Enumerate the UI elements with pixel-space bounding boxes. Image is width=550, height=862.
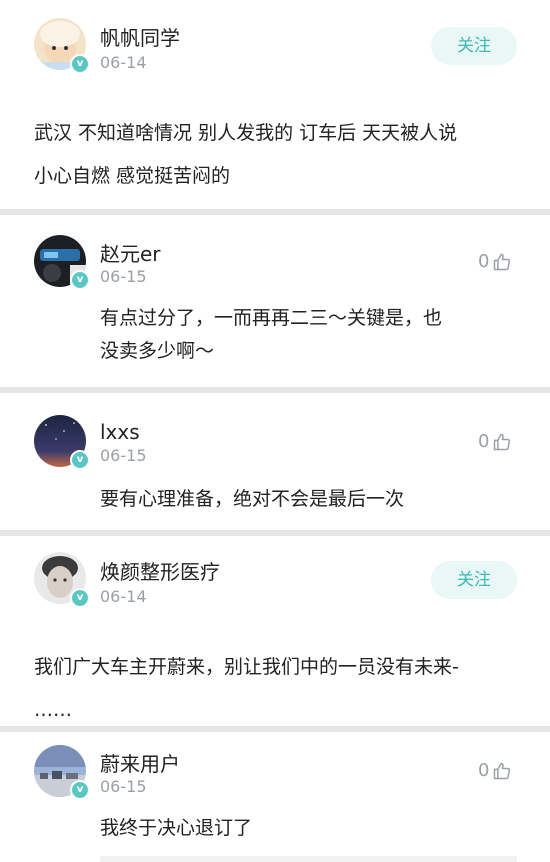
comment-text-line: 要有心理准备，绝对不会是最后一次 [100,488,405,510]
divider [0,530,550,536]
comment-text-line: 没卖多少啊～ [100,340,215,362]
post-text: 武汉 不知道啥情况 别人发我的 订车后 天天被人说 小心自燃 感觉挺苦闷的 [34,117,457,193]
comment-date: 06-15 [100,446,147,465]
reply-box [100,856,517,862]
divider [0,209,550,215]
comment-text: 有点过分了，一而再再二三～关键是，也 没卖多少啊～ [100,302,442,368]
post-date: 06-14 [100,587,147,606]
divider [0,387,550,393]
post-text-line: 武汉 不知道啥情况 别人发我的 订车后 天天被人说 [34,122,458,144]
verified-badge-icon: v [70,54,90,74]
comment-text: 要有心理准备，绝对不会是最后一次 [100,483,404,516]
follow-button[interactable]: 关注 [431,27,517,65]
like-count: 0 [478,251,490,272]
comment-text-line: 我终于决心退订了 [100,817,253,839]
comment-text: 我终于决心退订了 [100,812,252,845]
verified-badge-icon: v [70,450,90,470]
author-name[interactable]: 赵元er [100,238,161,267]
verified-badge-icon: v [70,270,90,290]
post-text-line: 小心自燃 感觉挺苦闷的 [34,165,231,187]
verified-badge-icon: v [70,588,90,608]
verified-badge-icon: v [70,780,90,800]
author-name[interactable]: lxxs [100,420,140,444]
thumbs-up-icon [494,762,511,779]
like-count: 0 [478,760,490,781]
follow-button[interactable]: 关注 [431,561,517,599]
post-text: 我们广大车主开蔚来，别让我们中的一员没有未来- …… [34,651,459,727]
post-text-line: …… [34,699,72,721]
author-name[interactable]: 帆帆同学 [100,22,180,51]
like-button[interactable]: 0 [478,431,512,452]
comment-date: 06-15 [100,777,147,796]
comment-text-line: 有点过分了，一而再再二三～关键是，也 [100,307,443,329]
divider [0,726,550,732]
comment-date: 06-15 [100,267,147,286]
author-name[interactable]: 焕颜整形医疗 [100,556,220,585]
post-text-line: 我们广大车主开蔚来，别让我们中的一员没有未来- [34,656,459,678]
like-button[interactable]: 0 [478,251,512,272]
thumbs-up-icon [494,253,511,270]
thumbs-up-icon [494,433,511,450]
post-date: 06-14 [100,53,147,72]
author-name[interactable]: 蔚来用户 [100,748,180,777]
like-button[interactable]: 0 [478,760,512,781]
like-count: 0 [478,431,490,452]
